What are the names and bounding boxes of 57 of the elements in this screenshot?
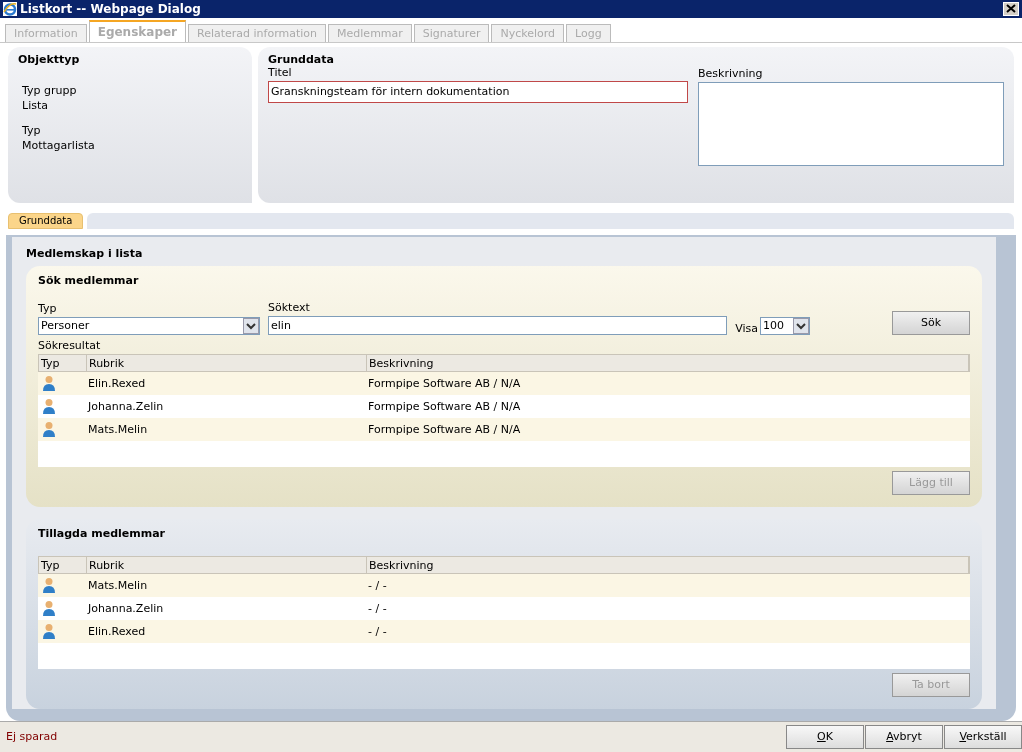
dialog-button[interactable]: OK (786, 724, 864, 749)
description-field[interactable] (698, 81, 1004, 166)
table-cell-text: Elin.Rexed (87, 375, 147, 392)
dialog-button[interactable]: Verkställ (944, 724, 1022, 749)
field-value: Mottagarlista (22, 138, 96, 152)
person-icon (42, 623, 56, 640)
column-header: Rubrik (87, 354, 367, 372)
person-icon (42, 375, 56, 392)
table-cell-text: Formpipe Software AB / N/A (367, 421, 522, 438)
column-header: Beskrivning (367, 556, 969, 574)
column-header: Typ (39, 354, 87, 372)
column-header: Typ (39, 556, 87, 574)
section-heading: Objekttyp (18, 52, 81, 66)
search-field[interactable]: elin (268, 315, 728, 335)
field-label: Visa (735, 321, 758, 335)
window-title: Listkort -- Webpage Dialog (20, 1, 202, 16)
table-row[interactable]: Elin.Rexed - / - (38, 619, 970, 643)
type-dropdown[interactable]: Personer (38, 316, 260, 335)
table-cell-text: Johanna.Zelin (86, 600, 165, 617)
table-cell-text: - / - (367, 623, 388, 640)
field-label: Sökresultat (38, 338, 102, 352)
table-cell-text: - / - (367, 577, 388, 594)
field-label: Beskrivning (698, 66, 764, 80)
person-icon (42, 600, 56, 617)
table-row[interactable]: Mats.Melin Formpipe Software AB / N/A (38, 417, 970, 441)
person-icon (42, 421, 56, 438)
section-heading: Medlemskap i lista (26, 246, 144, 260)
section-heading: Grunddata (268, 52, 335, 66)
close-button[interactable] (1003, 1, 1019, 16)
title-field[interactable]: Granskningsteam för intern dokumentation (268, 80, 688, 103)
field-label: Typ (38, 301, 58, 315)
table-cell-text: Formpipe Software AB / N/A (367, 398, 522, 415)
dialog-button[interactable]: Avbryt (865, 724, 943, 749)
count-dropdown[interactable]: 100 (760, 316, 810, 335)
column-header: Beskrivning (367, 354, 969, 372)
section-heading: Tillagda medlemmar (38, 526, 167, 540)
table-cell-text: Elin.Rexed (87, 623, 147, 640)
status-text: Ej sparad (6, 730, 59, 744)
field-label: Typ (22, 123, 42, 137)
table-row[interactable]: Mats.Melin - / - (38, 573, 970, 597)
column-header: Rubrik (87, 556, 367, 574)
table-row[interactable]: Elin.Rexed Formpipe Software AB / N/A (38, 371, 970, 395)
field-label: Titel (268, 65, 293, 79)
table-cell-text: - / - (367, 600, 388, 617)
table-cell-text: Mats.Melin (87, 421, 149, 438)
person-icon (42, 398, 56, 415)
tab[interactable]: Grunddata (8, 212, 84, 229)
browser-logo-icon (3, 1, 17, 16)
section-heading: Sök medlemmar (38, 273, 140, 287)
field-label: Söktext (268, 300, 311, 314)
field-label: Typ grupp (22, 83, 78, 97)
table-cell-text: Mats.Melin (87, 577, 149, 594)
field-value: Lista (22, 98, 49, 112)
table-cell-text: Formpipe Software AB / N/A (367, 375, 522, 392)
person-icon (42, 577, 56, 594)
table-cell-text: Johanna.Zelin (86, 398, 165, 415)
search-button[interactable]: Sök (892, 310, 970, 335)
